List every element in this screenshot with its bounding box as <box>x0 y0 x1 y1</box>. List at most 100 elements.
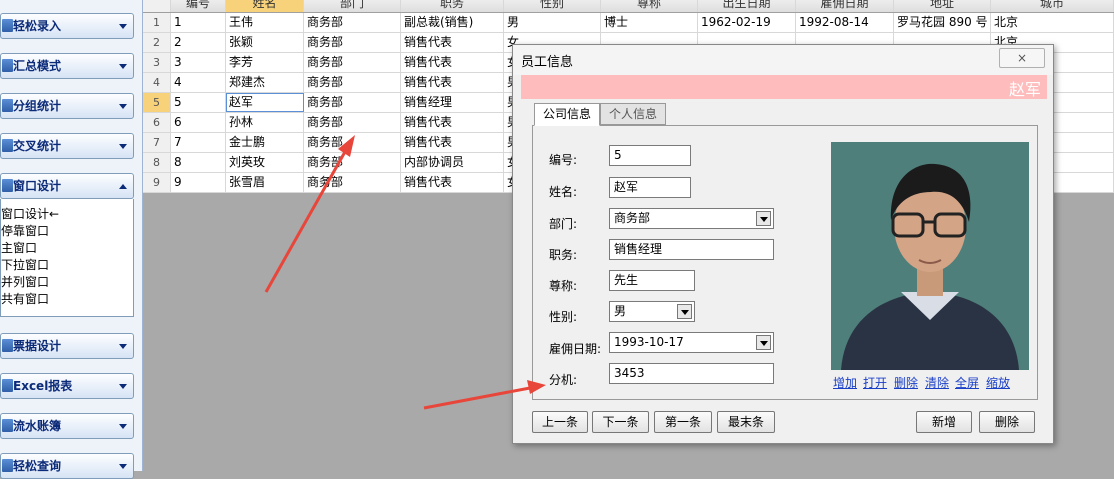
previous-record-button[interactable]: 上一条 <box>532 411 588 433</box>
row-header[interactable]: 4 <box>143 73 171 92</box>
table-cell[interactable]: 商务部 <box>304 113 401 132</box>
column-header[interactable]: 出生日期 <box>698 0 796 12</box>
table-cell[interactable]: 商务部 <box>304 73 401 92</box>
honorific-field[interactable]: 先生 <box>609 270 695 291</box>
photo-open-link[interactable]: 打开 <box>863 374 887 391</box>
table-cell[interactable]: 博士 <box>601 13 698 32</box>
table-cell[interactable]: 2 <box>171 33 226 52</box>
table-cell[interactable]: 孙林 <box>226 113 304 132</box>
delete-record-button[interactable]: 删除 <box>979 411 1035 433</box>
table-cell[interactable]: 销售代表 <box>401 33 504 52</box>
table-cell[interactable]: 商务部 <box>304 13 401 32</box>
row-header[interactable]: 3 <box>143 53 171 72</box>
table-cell[interactable]: 5 <box>171 93 226 112</box>
table-cell[interactable]: 商务部 <box>304 153 401 172</box>
column-header[interactable]: 城市 <box>991 0 1114 12</box>
table-cell[interactable]: 销售代表 <box>401 53 504 72</box>
table-cell[interactable]: 金士鹏 <box>226 133 304 152</box>
dropdown-arrow-icon[interactable] <box>756 335 771 350</box>
dropdown-arrow-icon[interactable] <box>677 304 692 319</box>
table-cell[interactable]: 内部协调员 <box>401 153 504 172</box>
grid-corner[interactable] <box>143 0 171 12</box>
sidebar-group-excel[interactable]: Excel报表 <box>0 373 134 399</box>
table-cell[interactable]: 商务部 <box>304 93 401 112</box>
sidebar-group-entry[interactable]: 轻松录入 <box>0 13 134 39</box>
table-cell[interactable]: 刘英玫 <box>226 153 304 172</box>
table-cell[interactable]: 6 <box>171 113 226 132</box>
sidebar-subitem[interactable]: 下拉窗口 <box>1 257 133 274</box>
gender-select[interactable]: 男 <box>609 301 695 322</box>
table-cell[interactable]: 销售经理 <box>401 93 504 112</box>
table-cell[interactable]: 王伟 <box>226 13 304 32</box>
table-cell[interactable]: 李芳 <box>226 53 304 72</box>
table-cell[interactable]: 商务部 <box>304 33 401 52</box>
column-header[interactable]: 性别 <box>504 0 601 12</box>
row-header[interactable]: 5 <box>143 93 171 112</box>
department-select[interactable]: 商务部 <box>609 208 774 229</box>
table-cell[interactable]: 1992-08-14 <box>796 13 894 32</box>
sidebar-subitem[interactable]: 主窗口 <box>1 240 133 257</box>
table-cell[interactable]: 商务部 <box>304 133 401 152</box>
column-header[interactable]: 尊称 <box>601 0 698 12</box>
extension-field[interactable]: 3453 <box>609 363 774 384</box>
sidebar-subitem[interactable]: 并列窗口 <box>1 274 133 291</box>
sidebar-subitem[interactable]: 共有窗口 <box>1 291 133 308</box>
photo-zoom-link[interactable]: 缩放 <box>986 374 1010 391</box>
table-cell[interactable]: 罗马花园 890 号 <box>894 13 991 32</box>
table-cell[interactable]: 7 <box>171 133 226 152</box>
table-cell[interactable]: 北京 <box>991 13 1114 32</box>
last-record-button[interactable]: 最末条 <box>717 411 775 433</box>
table-cell[interactable]: 4 <box>171 73 226 92</box>
table-cell[interactable]: 郑建杰 <box>226 73 304 92</box>
sidebar-group-window[interactable]: 窗口设计 <box>0 173 134 199</box>
photo-delete-link[interactable]: 删除 <box>894 374 918 391</box>
table-cell[interactable]: 3 <box>171 53 226 72</box>
sidebar-group-ledger[interactable]: 流水账簿 <box>0 413 134 439</box>
tab-personal-info[interactable]: 个人信息 <box>600 103 666 125</box>
table-row[interactable]: 1 1 王伟 商务部 副总裁(销售) 男博士 1962-02-19 1992-08-14 罗马花… <box>143 13 1114 33</box>
close-button[interactable]: × <box>999 48 1045 68</box>
sidebar-subitem[interactable]: 停靠窗口 <box>1 223 133 240</box>
table-cell[interactable]: 1962-02-19 <box>698 13 796 32</box>
id-field[interactable]: 5 <box>609 145 691 166</box>
table-cell[interactable]: 张雪眉 <box>226 173 304 192</box>
row-header[interactable]: 9 <box>143 173 171 192</box>
row-header[interactable]: 7 <box>143 133 171 152</box>
table-cell[interactable]: 张颖 <box>226 33 304 52</box>
dropdown-arrow-icon[interactable] <box>756 211 771 226</box>
first-record-button[interactable]: 第一条 <box>654 411 712 433</box>
job-title-field[interactable]: 销售经理 <box>609 239 774 260</box>
sidebar-group-ticket[interactable]: 票据设计 <box>0 333 134 359</box>
table-cell[interactable]: 副总裁(销售) <box>401 13 504 32</box>
name-field[interactable]: 赵军 <box>609 177 691 198</box>
table-cell[interactable]: 赵军 <box>226 93 304 112</box>
table-cell[interactable]: 销售代表 <box>401 173 504 192</box>
row-header[interactable]: 2 <box>143 33 171 52</box>
photo-fullscreen-link[interactable]: 全屏 <box>955 374 979 391</box>
sidebar-group-grouping[interactable]: 分组统计 <box>0 93 134 119</box>
column-header[interactable]: 职务 <box>401 0 504 12</box>
row-header[interactable]: 8 <box>143 153 171 172</box>
column-header[interactable]: 地址 <box>894 0 991 12</box>
table-cell[interactable]: 9 <box>171 173 226 192</box>
table-cell[interactable]: 商务部 <box>304 173 401 192</box>
table-cell[interactable]: 销售代表 <box>401 113 504 132</box>
sidebar-subitem[interactable]: 窗口设计← <box>1 206 133 223</box>
table-cell[interactable]: 销售代表 <box>401 133 504 152</box>
column-header[interactable]: 姓名 <box>226 0 304 12</box>
column-header[interactable]: 部门 <box>304 0 401 12</box>
dialog-titlebar[interactable]: 员工信息 × <box>513 45 1053 75</box>
sidebar-group-crosstab[interactable]: 交叉统计 <box>0 133 134 159</box>
row-header[interactable]: 1 <box>143 13 171 32</box>
table-cell[interactable]: 销售代表 <box>401 73 504 92</box>
table-cell[interactable]: 商务部 <box>304 53 401 72</box>
next-record-button[interactable]: 下一条 <box>592 411 649 433</box>
sidebar-group-query[interactable]: 轻松查询 <box>0 453 134 479</box>
photo-clear-link[interactable]: 清除 <box>925 374 949 391</box>
tab-company-info[interactable]: 公司信息 <box>534 103 600 126</box>
column-header[interactable]: 编号 <box>171 0 226 12</box>
table-cell[interactable]: 1 <box>171 13 226 32</box>
table-cell[interactable]: 男 <box>504 13 601 32</box>
photo-add-link[interactable]: 增加 <box>833 374 857 391</box>
table-cell[interactable]: 8 <box>171 153 226 172</box>
